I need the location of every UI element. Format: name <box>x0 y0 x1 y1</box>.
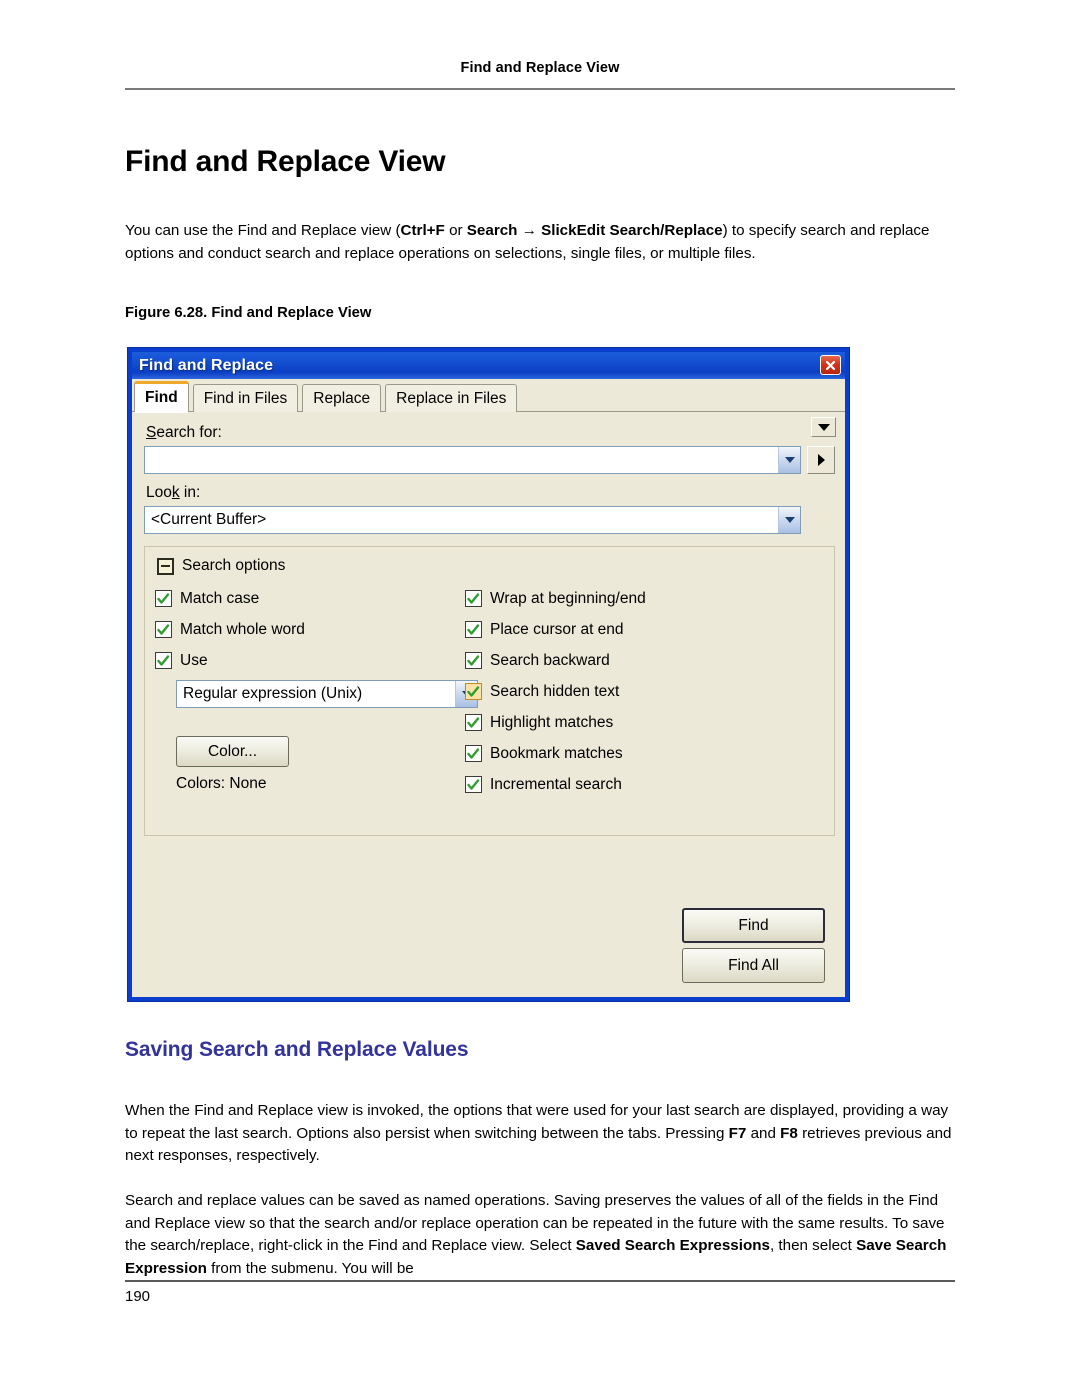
tab-label: Replace in Files <box>396 389 507 407</box>
dialog-title: Find and Replace <box>139 356 274 374</box>
document-page: Find and Replace View Find and Replace V… <box>0 0 1080 1397</box>
checkbox-label: Search hidden text <box>490 682 620 700</box>
dialog-titlebar: Find and Replace <box>132 352 845 379</box>
search-options-left-column: Match case Match whole word Use Regular … <box>155 583 478 800</box>
checkbox-label: Wrap at beginning/end <box>490 589 646 607</box>
look-in-select[interactable]: <Current Buffer> <box>144 506 801 534</box>
tabstrip: Find Find in Files Replace Replace in Fi… <box>132 379 845 413</box>
dialog-client-area: Find Find in Files Replace Replace in Fi… <box>132 379 845 997</box>
checkbox-label: Incremental search <box>490 775 622 793</box>
tab-replace-in-files[interactable]: Replace in Files <box>385 384 518 412</box>
look-in-value: <Current Buffer> <box>151 511 267 528</box>
search-options-title: Search options <box>182 557 286 574</box>
find-and-replace-dialog: Find and Replace Find Find in Files Repl… <box>127 347 850 1002</box>
checkbox-icon <box>465 652 482 669</box>
search-options-columns: Match case Match whole word Use Regular … <box>155 583 824 800</box>
look-in-row: <Current Buffer> <box>144 506 835 534</box>
find-all-button[interactable]: Find All <box>682 948 825 983</box>
colors-status: Colors: None <box>176 775 267 792</box>
checkbox-label: Match whole word <box>180 620 305 638</box>
close-icon[interactable] <box>820 355 841 375</box>
search-options-header: Search options <box>157 557 824 575</box>
page-number: 190 <box>125 1288 151 1305</box>
checkbox-search-backward[interactable]: Search backward <box>465 645 824 676</box>
search-for-mnemonic: S <box>146 424 157 441</box>
checkbox-icon <box>465 621 482 638</box>
chevron-down-icon[interactable] <box>778 507 800 533</box>
checkbox-label: Use <box>180 651 208 669</box>
paragraph-saving-intro: When the Find and Replace view is invoke… <box>125 1102 952 1165</box>
search-options-right-column: Wrap at beginning/end Place cursor at en… <box>465 583 824 800</box>
search-for-row <box>144 446 835 474</box>
tab-find-in-files[interactable]: Find in Files <box>192 384 299 412</box>
checkbox-label: Bookmark matches <box>490 744 623 762</box>
chevron-down-icon <box>817 423 830 431</box>
figure-caption: Figure 6.28. Find and Replace View <box>125 305 372 321</box>
checkbox-icon <box>155 590 172 607</box>
header-rule <box>125 88 955 90</box>
tab-label: Find in Files <box>203 389 288 407</box>
find-tab-panel: Search for: Look in: <Current Buffer> Se… <box>132 412 845 997</box>
checkbox-icon <box>155 652 172 669</box>
running-head: Find and Replace View <box>460 60 620 76</box>
checkbox-icon <box>465 745 482 762</box>
checkbox-icon <box>465 683 482 700</box>
search-options-group: Search options Match case Match whole wo… <box>144 546 835 836</box>
checkbox-bookmark-matches[interactable]: Bookmark matches <box>465 738 824 769</box>
search-for-label: Search for: <box>146 424 222 441</box>
checkbox-match-whole-word[interactable]: Match whole word <box>155 614 465 645</box>
checkbox-icon <box>465 590 482 607</box>
color-button[interactable]: Color... <box>176 736 289 767</box>
checkbox-place-cursor-at-end[interactable]: Place cursor at end <box>465 614 824 645</box>
checkbox-icon <box>465 714 482 731</box>
look-in-label: Look in: <box>146 484 201 501</box>
checkbox-incremental-search[interactable]: Incremental search <box>465 769 824 800</box>
tab-replace[interactable]: Replace <box>302 384 382 412</box>
tab-label: Find <box>145 389 178 406</box>
paragraph-named-operations: Search and replace values can be saved a… <box>125 1192 947 1277</box>
search-type-value: Regular expression (Unix) <box>183 685 363 702</box>
checkbox-label: Match case <box>180 589 260 607</box>
intro-paragraph: You can use the Find and Replace view (C… <box>125 222 930 262</box>
checkbox-label: Search backward <box>490 651 610 669</box>
checkbox-label: Place cursor at end <box>490 620 624 638</box>
play-right-icon <box>817 454 825 466</box>
search-for-input[interactable] <box>144 446 801 474</box>
checkbox-label: Highlight matches <box>490 713 614 731</box>
checkbox-icon <box>465 776 482 793</box>
checkbox-highlight-matches[interactable]: Highlight matches <box>465 707 824 738</box>
dialog-action-buttons: Find Find All <box>682 908 825 983</box>
checkbox-wrap-at-beginning-end[interactable]: Wrap at beginning/end <box>465 583 824 614</box>
look-in-mnemonic: k <box>171 484 180 501</box>
checkbox-use[interactable]: Use <box>155 645 465 676</box>
chevron-down-icon[interactable] <box>778 447 800 473</box>
checkbox-search-hidden-text[interactable]: Search hidden text <box>465 676 824 707</box>
panel-menu-button[interactable] <box>811 417 836 437</box>
checkbox-icon <box>155 621 172 638</box>
search-type-select[interactable]: Regular expression (Unix) <box>176 680 478 708</box>
tab-find[interactable]: Find <box>134 381 189 413</box>
section-heading: Saving Search and Replace Values <box>125 1038 469 1061</box>
search-for-more-button[interactable] <box>807 446 835 474</box>
checkbox-match-case[interactable]: Match case <box>155 583 465 614</box>
page-title: Find and Replace View <box>125 145 446 178</box>
minus-box-icon[interactable] <box>157 557 174 575</box>
find-button[interactable]: Find <box>682 908 825 943</box>
tab-label: Replace <box>313 389 371 407</box>
footer-rule <box>125 1280 955 1282</box>
